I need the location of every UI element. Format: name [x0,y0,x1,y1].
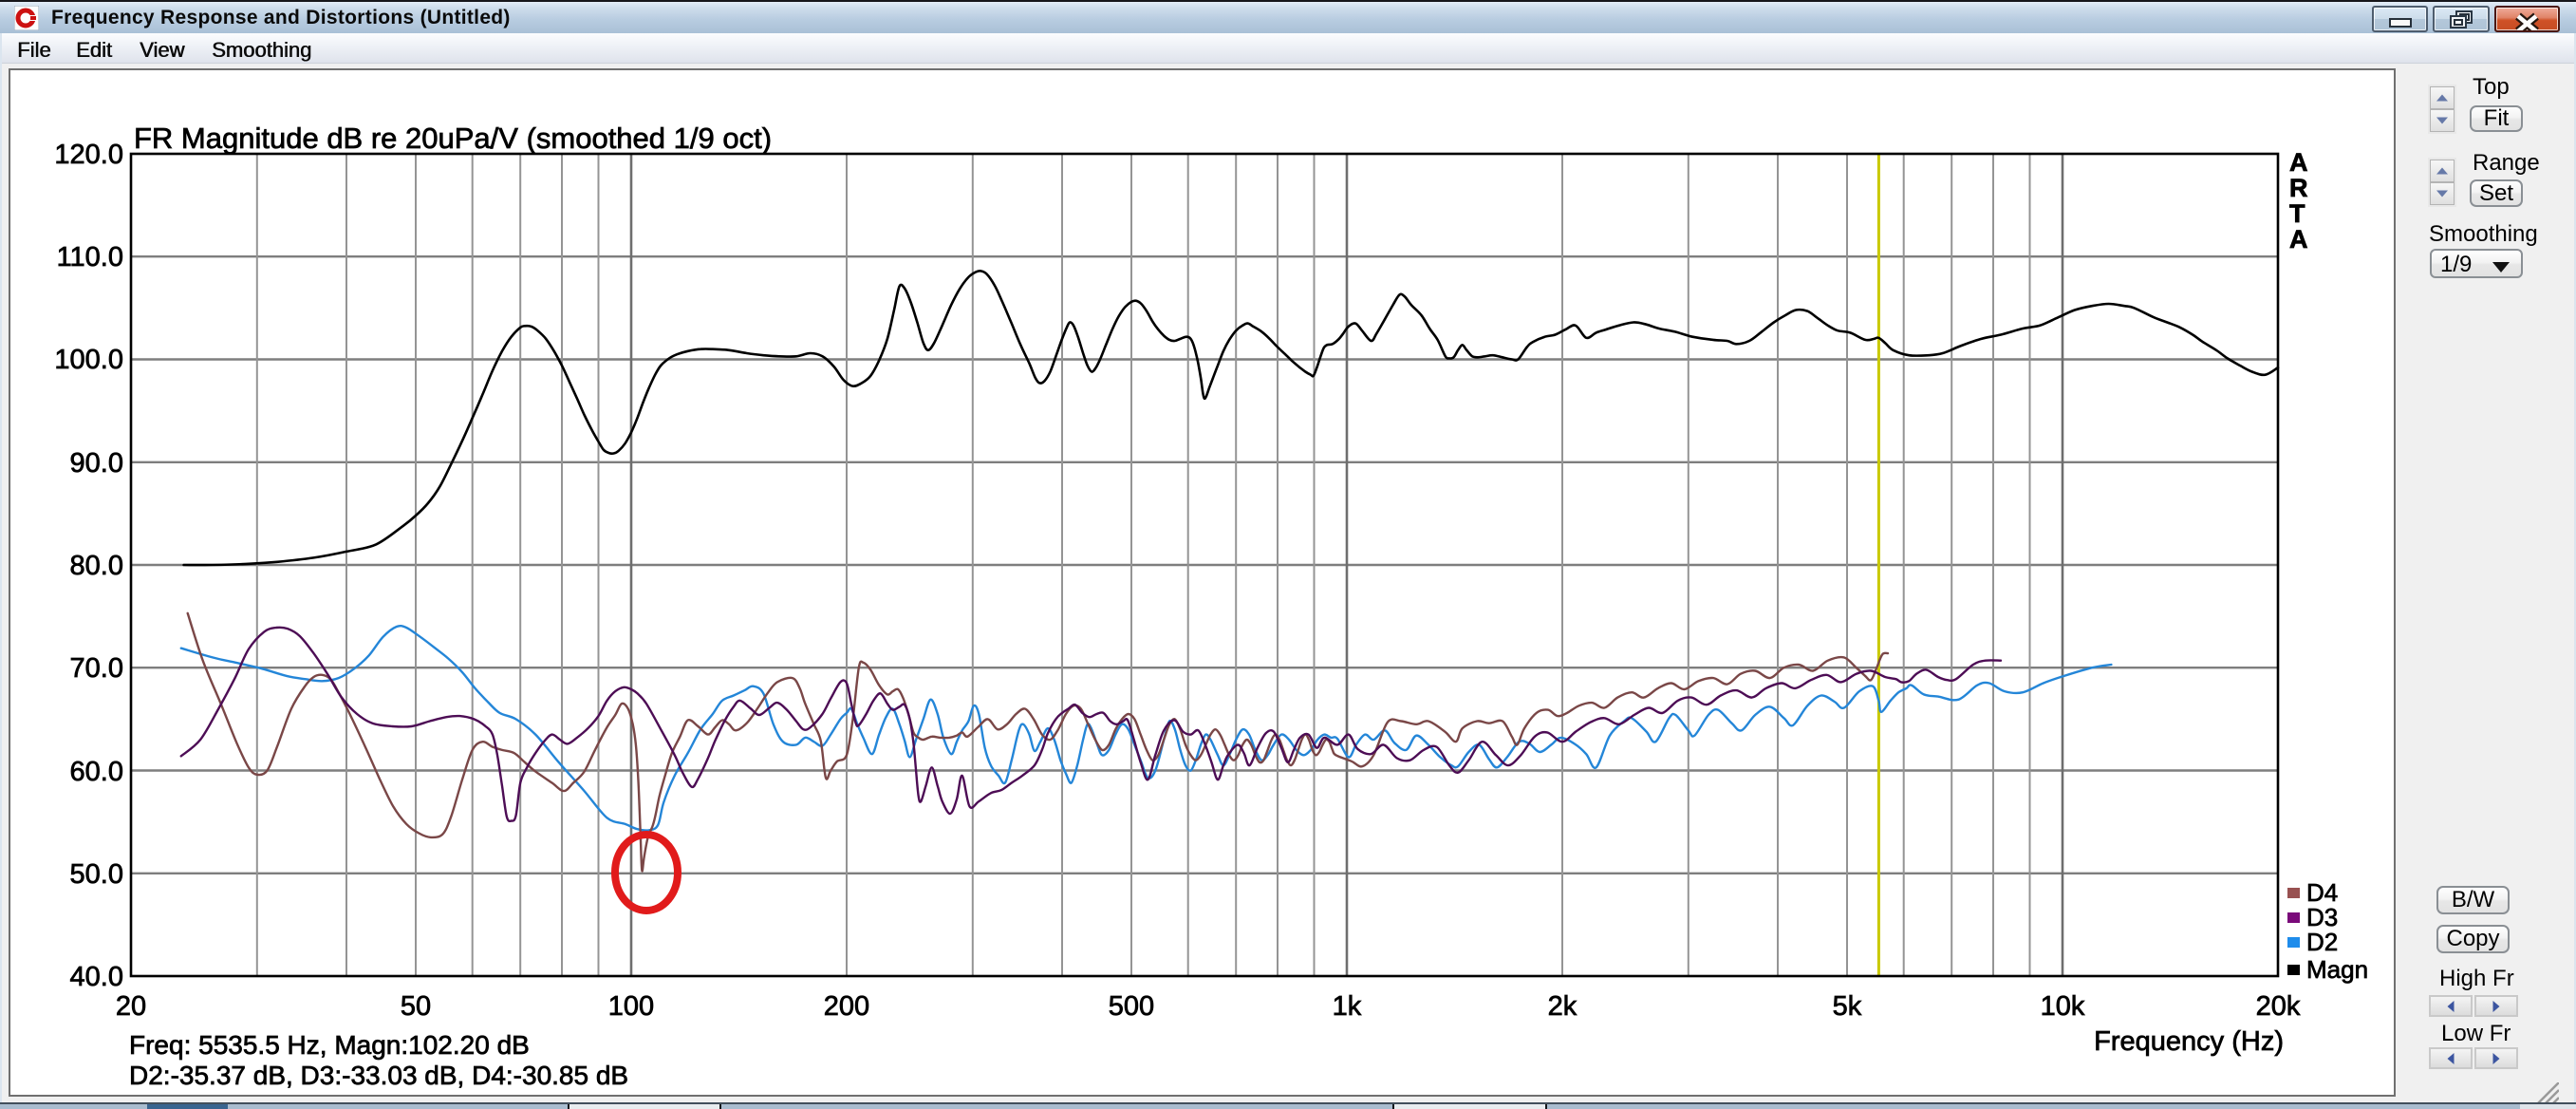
svg-text:50.0: 50.0 [70,859,123,890]
svg-text:D2:-35.37 dB, D3:-33.03 dB, D4: D2:-35.37 dB, D3:-33.03 dB, D4:-30.85 dB [129,1061,628,1090]
svg-text:100.0: 100.0 [54,345,123,375]
svg-text:200: 200 [824,991,869,1022]
svg-text:Frequency (Hz): Frequency (Hz) [2094,1026,2284,1057]
svg-text:Magn: Magn [2306,955,2368,984]
svg-text:A: A [2289,148,2308,177]
svg-text:60.0: 60.0 [70,757,123,787]
svg-text:110.0: 110.0 [57,242,123,273]
svg-text:R: R [2289,174,2308,202]
svg-text:100: 100 [608,991,654,1022]
svg-text:A: A [2289,225,2308,254]
svg-text:FR Magnitude dB re 20uPa/V (sm: FR Magnitude dB re 20uPa/V (smoothed 1/9… [134,122,772,155]
svg-text:Freq: 5535.5 Hz, Magn:102.20 d: Freq: 5535.5 Hz, Magn:102.20 dB [129,1030,530,1060]
svg-text:70.0: 70.0 [70,653,123,684]
svg-text:T: T [2289,199,2305,228]
svg-text:10k: 10k [2041,991,2085,1022]
svg-text:500: 500 [1109,991,1154,1022]
svg-text:120.0: 120.0 [54,140,123,170]
svg-text:1k: 1k [1333,991,1362,1022]
svg-text:80.0: 80.0 [70,551,123,581]
svg-text:D2: D2 [2306,928,2338,956]
svg-text:90.0: 90.0 [70,448,123,479]
svg-text:20: 20 [116,991,146,1022]
svg-text:40.0: 40.0 [70,962,123,992]
svg-text:20k: 20k [2256,991,2301,1022]
svg-text:2k: 2k [1548,991,1577,1022]
svg-text:5k: 5k [1833,991,1862,1022]
svg-text:50: 50 [401,991,431,1022]
